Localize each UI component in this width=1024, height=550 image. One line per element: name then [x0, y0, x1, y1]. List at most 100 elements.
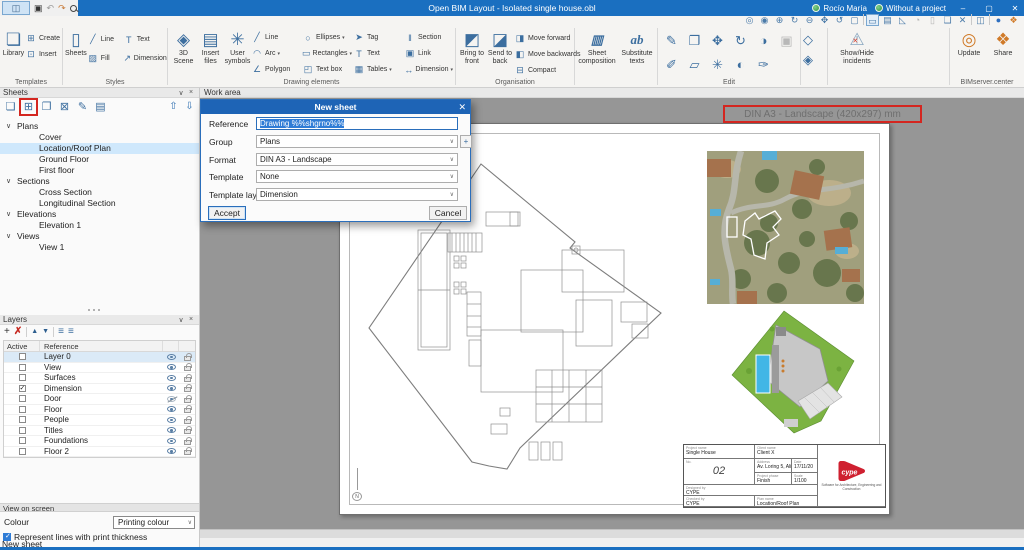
layer-active-checkbox[interactable] [19, 374, 26, 381]
edit-tool-icon[interactable]: ▣ [775, 30, 798, 54]
search-icon[interactable] [70, 5, 77, 12]
dialog-close-icon[interactable]: ✕ [458, 100, 466, 114]
collapse-panel-icon[interactable]: ∨ [176, 316, 186, 324]
bimserver-button[interactable]: ❖Share [986, 28, 1020, 58]
layer-row[interactable]: Foundations [4, 436, 195, 447]
layer-active-checkbox[interactable] [19, 353, 26, 360]
view-cube-icon[interactable]: ◇ [803, 32, 813, 48]
colour-select[interactable]: Printing colour ∨ [113, 516, 195, 529]
layer-lock-icon[interactable] [184, 366, 191, 371]
layer-lock-icon[interactable] [184, 419, 191, 424]
layer-visibility-icon[interactable] [167, 396, 176, 402]
panel-splitter[interactable] [88, 309, 112, 312]
view-tool-icon[interactable]: ◎ [743, 14, 756, 26]
style-button[interactable]: ▨Fill [87, 52, 123, 65]
create-template-button[interactable]: ⊞Create [25, 32, 60, 45]
tree-item[interactable]: First floor [0, 165, 199, 176]
view-tool-icon[interactable] [971, 14, 972, 25]
view-tool-icon[interactable]: ⊖ [803, 14, 816, 26]
drawing-tool-button[interactable]: ∠Polygon [251, 63, 300, 76]
tree-item[interactable]: ∨ Sections [0, 176, 199, 187]
drawing-tool-button[interactable]: ‖Section [404, 31, 453, 44]
layer-visibility-icon[interactable] [167, 364, 176, 370]
show-all-layers-icon[interactable]: ≡ [58, 326, 64, 338]
layer-active-checkbox[interactable] [19, 395, 26, 402]
edit-tool-icon[interactable]: ✳ [706, 54, 729, 78]
drawing-big-button[interactable]: ▤Insert files [197, 28, 224, 65]
app-menu-button[interactable]: ◫ [2, 1, 30, 15]
maximize-button[interactable]: ▢ [980, 4, 998, 13]
drawing-tool-button[interactable]: ▣Link [404, 47, 453, 60]
view-tool-icon[interactable]: ● [992, 14, 1005, 26]
accept-button[interactable]: Accept [208, 206, 246, 220]
template-select[interactable]: None∨ [256, 170, 458, 183]
drawing-big-button[interactable]: ◈3D Scene [170, 28, 197, 65]
view-tool-icon[interactable]: ◺ [896, 14, 909, 26]
layer-row[interactable]: Titles [4, 426, 195, 437]
layer-active-checkbox[interactable] [19, 364, 26, 371]
view-tool-icon[interactable]: ✥ [818, 14, 831, 26]
organisation-tool-button[interactable]: ⊟Compact [514, 64, 581, 77]
edit-tool-icon[interactable]: ◑ [752, 30, 775, 54]
view-tool-icon[interactable]: ▭ [866, 14, 879, 26]
organisation-tool-button[interactable]: ◨Move forward [514, 32, 581, 45]
edit-tool-icon[interactable]: ↻ [729, 30, 752, 54]
layer-active-checkbox[interactable] [19, 406, 26, 413]
user-chip[interactable]: Rocío María [812, 4, 867, 13]
tree-item[interactable]: Ground Floor [0, 154, 199, 165]
edit-tool-icon[interactable]: ❐ [683, 30, 706, 54]
view-tool-icon[interactable] [863, 14, 864, 25]
sheets-tool-icon[interactable]: ❐ [39, 100, 54, 114]
tree-item[interactable]: ∨ Plans [0, 121, 199, 132]
layer-visibility-icon[interactable] [167, 417, 176, 423]
layer-visibility-icon[interactable] [167, 406, 176, 412]
drawing-tool-button[interactable]: ➤Tag [353, 31, 402, 44]
add-group-button[interactable]: + [460, 135, 472, 148]
layer-lock-icon[interactable] [184, 356, 191, 361]
sheets-tool-icon[interactable]: ▤ [93, 100, 108, 114]
view-tool-icon[interactable]: ❑ [941, 14, 954, 26]
edit-tool-icon[interactable]: ✥ [706, 30, 729, 54]
layer-visibility-icon[interactable] [167, 448, 176, 454]
layer-row[interactable]: Layer 0 [4, 352, 195, 363]
template-layer-select[interactable]: Dimension∨ [256, 188, 458, 201]
view-tool-icon[interactable]: ↺ [833, 14, 846, 26]
sheets-tool-icon[interactable]: ✎ [75, 100, 90, 114]
group-select[interactable]: Plans∨ [256, 135, 458, 148]
layer-active-checkbox[interactable] [19, 437, 26, 444]
view-tool-icon[interactable]: ✕ [956, 14, 969, 26]
library-button[interactable]: ❏ Library [2, 28, 25, 58]
view-tool-icon[interactable]: ▯ [926, 14, 939, 26]
save-icon[interactable]: ▣ [34, 3, 43, 14]
layer-visibility-icon[interactable] [167, 375, 176, 381]
style-button[interactable]: ╱Line [87, 33, 123, 46]
layer-visibility-icon[interactable] [167, 427, 176, 433]
organisation-big-button[interactable]: ◪Send to back [486, 28, 514, 65]
layer-lock-icon[interactable] [184, 450, 191, 455]
view-tool-icon[interactable]: ◉ [758, 14, 771, 26]
close-panel-icon[interactable]: × [186, 89, 196, 96]
view-tool-icon[interactable] [989, 14, 990, 25]
project-chip[interactable]: Without a project [875, 4, 946, 13]
move-sheet-up-icon[interactable]: ⇧ [167, 101, 180, 112]
drawing-tool-button[interactable]: ◠Arc▾ [251, 47, 300, 60]
minimize-button[interactable]: – [954, 4, 972, 13]
layer-visibility-icon[interactable] [167, 385, 176, 391]
layer-row[interactable]: People [4, 415, 195, 426]
style-button[interactable]: ↗Dimension [123, 52, 167, 65]
layer-visibility-icon[interactable] [167, 354, 176, 360]
tree-item[interactable]: Elevation 1 [0, 220, 199, 231]
tree-item[interactable]: Cover [0, 132, 199, 143]
style-button[interactable]: TText [123, 33, 167, 46]
layer-active-checkbox[interactable] [19, 385, 26, 392]
layer-lock-icon[interactable] [184, 429, 191, 434]
drawing-tool-button[interactable]: TText [353, 47, 402, 60]
add-layer-icon[interactable]: + [4, 326, 10, 338]
drawing-tool-button[interactable]: ○Ellipses▾ [302, 31, 351, 44]
view-tool-icon[interactable]: ▢ [848, 14, 861, 26]
organisation-big-button[interactable]: ◩Bring to front [458, 28, 486, 65]
tree-item[interactable]: Longitudinal Section [0, 198, 199, 209]
sheets-tool-icon[interactable]: ⊠ [57, 100, 72, 114]
view-tool-icon[interactable]: ◔ [911, 14, 924, 26]
layer-lock-icon[interactable] [184, 387, 191, 392]
